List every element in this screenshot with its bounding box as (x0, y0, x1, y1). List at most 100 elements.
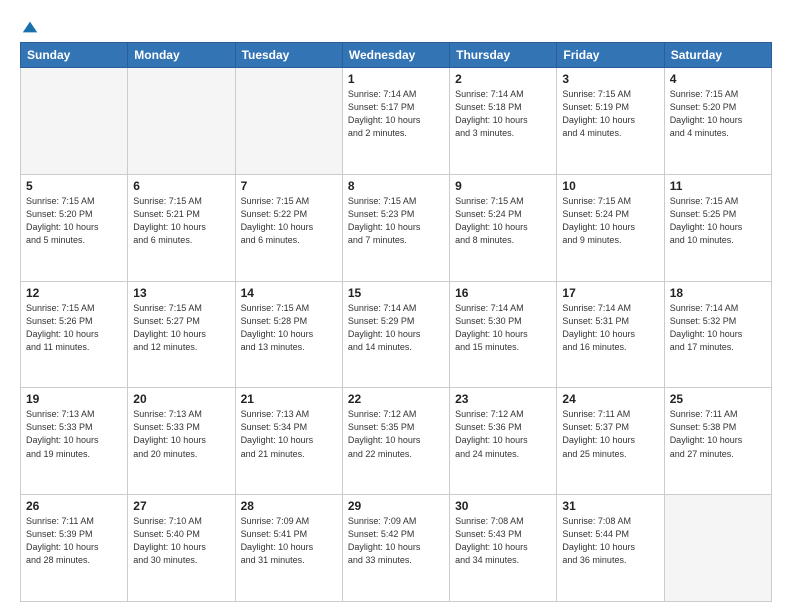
week-row-3: 12 Sunrise: 7:15 AM Sunset: 5:26 PM Dayli… (21, 281, 772, 388)
calendar-cell: 21 Sunrise: 7:13 AM Sunset: 5:34 PM Dayli… (235, 388, 342, 495)
day-number: 24 (562, 392, 658, 406)
day-info: Sunrise: 7:09 AM Sunset: 5:42 PM Dayligh… (348, 515, 444, 567)
day-number: 25 (670, 392, 766, 406)
day-info: Sunrise: 7:14 AM Sunset: 5:18 PM Dayligh… (455, 88, 551, 140)
day-info: Sunrise: 7:14 AM Sunset: 5:31 PM Dayligh… (562, 302, 658, 354)
day-info: Sunrise: 7:13 AM Sunset: 5:34 PM Dayligh… (241, 408, 337, 460)
day-number: 5 (26, 179, 122, 193)
calendar-cell: 28Sunrise: 7:09 AM Sunset: 5:41 PM Dayli… (235, 495, 342, 602)
calendar-cell: 31 Sunrise: 7:08 AM Sunset: 5:44 PM Dayli… (557, 495, 664, 602)
calendar-cell: 11 Sunrise: 7:15 AM Sunset: 5:25 PM Dayli… (664, 174, 771, 281)
calendar-cell: 7Sunrise: 7:15 AM Sunset: 5:22 PM Daylig… (235, 174, 342, 281)
calendar-cell: 30 Sunrise: 7:08 AM Sunset: 5:43 PM Dayli… (450, 495, 557, 602)
day-info: Sunrise: 7:15 AM Sunset: 5:23 PM Dayligh… (348, 195, 444, 247)
day-number: 18 (670, 286, 766, 300)
day-number: 2 (455, 72, 551, 86)
week-row-4: 19 Sunrise: 7:13 AM Sunset: 5:33 PM Dayli… (21, 388, 772, 495)
week-row-5: 26 Sunrise: 7:11 AM Sunset: 5:39 PM Dayli… (21, 495, 772, 602)
calendar-cell (235, 68, 342, 175)
day-number: 16 (455, 286, 551, 300)
day-number: 19 (26, 392, 122, 406)
day-number: 3 (562, 72, 658, 86)
day-number: 4 (670, 72, 766, 86)
day-number: 9 (455, 179, 551, 193)
calendar-cell: 25 Sunrise: 7:11 AM Sunset: 5:38 PM Dayli… (664, 388, 771, 495)
calendar-cell: 26 Sunrise: 7:11 AM Sunset: 5:39 PM Dayli… (21, 495, 128, 602)
day-info: Sunrise: 7:15 AM Sunset: 5:26 PM Dayligh… (26, 302, 122, 354)
page: SundayMondayTuesdayWednesdayThursdayFrid… (0, 0, 792, 612)
weekday-header-tuesday: Tuesday (235, 43, 342, 68)
day-number: 20 (133, 392, 229, 406)
day-info: Sunrise: 7:12 AM Sunset: 5:35 PM Dayligh… (348, 408, 444, 460)
calendar-cell: 24 Sunrise: 7:11 AM Sunset: 5:37 PM Dayli… (557, 388, 664, 495)
calendar-cell: 20 Sunrise: 7:13 AM Sunset: 5:33 PM Dayli… (128, 388, 235, 495)
day-number: 10 (562, 179, 658, 193)
calendar-cell: 22 Sunrise: 7:12 AM Sunset: 5:35 PM Dayli… (342, 388, 449, 495)
day-info: Sunrise: 7:15 AM Sunset: 5:24 PM Dayligh… (562, 195, 658, 247)
day-number: 13 (133, 286, 229, 300)
logo (20, 18, 39, 30)
calendar-cell: 12 Sunrise: 7:15 AM Sunset: 5:26 PM Dayli… (21, 281, 128, 388)
weekday-header-thursday: Thursday (450, 43, 557, 68)
calendar-cell: 15 Sunrise: 7:14 AM Sunset: 5:29 PM Dayli… (342, 281, 449, 388)
calendar-cell: 14Sunrise: 7:15 AM Sunset: 5:28 PM Dayli… (235, 281, 342, 388)
day-info: Sunrise: 7:15 AM Sunset: 5:27 PM Dayligh… (133, 302, 229, 354)
day-info: Sunrise: 7:15 AM Sunset: 5:25 PM Dayligh… (670, 195, 766, 247)
day-info: Sunrise: 7:15 AM Sunset: 5:24 PM Dayligh… (455, 195, 551, 247)
day-info: Sunrise: 7:08 AM Sunset: 5:43 PM Dayligh… (455, 515, 551, 567)
calendar-cell: 8 Sunrise: 7:15 AM Sunset: 5:23 PM Daylig… (342, 174, 449, 281)
calendar-cell: 17Sunrise: 7:14 AM Sunset: 5:31 PM Dayli… (557, 281, 664, 388)
day-info: Sunrise: 7:15 AM Sunset: 5:19 PM Dayligh… (562, 88, 658, 140)
calendar-cell: 3 Sunrise: 7:15 AM Sunset: 5:19 PM Daylig… (557, 68, 664, 175)
calendar-cell: 29 Sunrise: 7:09 AM Sunset: 5:42 PM Dayli… (342, 495, 449, 602)
day-number: 31 (562, 499, 658, 513)
day-info: Sunrise: 7:14 AM Sunset: 5:32 PM Dayligh… (670, 302, 766, 354)
day-number: 30 (455, 499, 551, 513)
header (20, 18, 772, 30)
day-info: Sunrise: 7:14 AM Sunset: 5:30 PM Dayligh… (455, 302, 551, 354)
calendar-cell (128, 68, 235, 175)
calendar-cell (664, 495, 771, 602)
day-number: 12 (26, 286, 122, 300)
day-number: 8 (348, 179, 444, 193)
day-info: Sunrise: 7:12 AM Sunset: 5:36 PM Dayligh… (455, 408, 551, 460)
calendar-cell: 9 Sunrise: 7:15 AM Sunset: 5:24 PM Daylig… (450, 174, 557, 281)
day-number: 6 (133, 179, 229, 193)
calendar-cell: 1Sunrise: 7:14 AM Sunset: 5:17 PM Daylig… (342, 68, 449, 175)
day-number: 15 (348, 286, 444, 300)
logo-icon (21, 18, 39, 36)
calendar-cell: 4Sunrise: 7:15 AM Sunset: 5:20 PM Daylig… (664, 68, 771, 175)
day-number: 26 (26, 499, 122, 513)
calendar-cell: 10 Sunrise: 7:15 AM Sunset: 5:24 PM Dayli… (557, 174, 664, 281)
day-info: Sunrise: 7:15 AM Sunset: 5:22 PM Dayligh… (241, 195, 337, 247)
day-info: Sunrise: 7:11 AM Sunset: 5:38 PM Dayligh… (670, 408, 766, 460)
weekday-header-row: SundayMondayTuesdayWednesdayThursdayFrid… (21, 43, 772, 68)
calendar-cell: 23 Sunrise: 7:12 AM Sunset: 5:36 PM Dayli… (450, 388, 557, 495)
day-info: Sunrise: 7:13 AM Sunset: 5:33 PM Dayligh… (133, 408, 229, 460)
day-info: Sunrise: 7:14 AM Sunset: 5:29 PM Dayligh… (348, 302, 444, 354)
calendar-cell: 27Sunrise: 7:10 AM Sunset: 5:40 PM Dayli… (128, 495, 235, 602)
calendar-cell: 18 Sunrise: 7:14 AM Sunset: 5:32 PM Dayli… (664, 281, 771, 388)
day-number: 29 (348, 499, 444, 513)
calendar-cell: 16 Sunrise: 7:14 AM Sunset: 5:30 PM Dayli… (450, 281, 557, 388)
day-info: Sunrise: 7:11 AM Sunset: 5:37 PM Dayligh… (562, 408, 658, 460)
weekday-header-wednesday: Wednesday (342, 43, 449, 68)
week-row-1: 1Sunrise: 7:14 AM Sunset: 5:17 PM Daylig… (21, 68, 772, 175)
calendar-cell: 5Sunrise: 7:15 AM Sunset: 5:20 PM Daylig… (21, 174, 128, 281)
weekday-header-monday: Monday (128, 43, 235, 68)
calendar-cell: 2 Sunrise: 7:14 AM Sunset: 5:18 PM Daylig… (450, 68, 557, 175)
calendar-table: SundayMondayTuesdayWednesdayThursdayFrid… (20, 42, 772, 602)
calendar-cell: 6Sunrise: 7:15 AM Sunset: 5:21 PM Daylig… (128, 174, 235, 281)
calendar-cell: 13 Sunrise: 7:15 AM Sunset: 5:27 PM Dayli… (128, 281, 235, 388)
day-info: Sunrise: 7:15 AM Sunset: 5:28 PM Dayligh… (241, 302, 337, 354)
day-number: 22 (348, 392, 444, 406)
calendar-cell (21, 68, 128, 175)
day-info: Sunrise: 7:13 AM Sunset: 5:33 PM Dayligh… (26, 408, 122, 460)
day-info: Sunrise: 7:08 AM Sunset: 5:44 PM Dayligh… (562, 515, 658, 567)
calendar-cell: 19 Sunrise: 7:13 AM Sunset: 5:33 PM Dayli… (21, 388, 128, 495)
day-number: 23 (455, 392, 551, 406)
day-number: 11 (670, 179, 766, 193)
week-row-2: 5Sunrise: 7:15 AM Sunset: 5:20 PM Daylig… (21, 174, 772, 281)
day-number: 21 (241, 392, 337, 406)
day-info: Sunrise: 7:11 AM Sunset: 5:39 PM Dayligh… (26, 515, 122, 567)
